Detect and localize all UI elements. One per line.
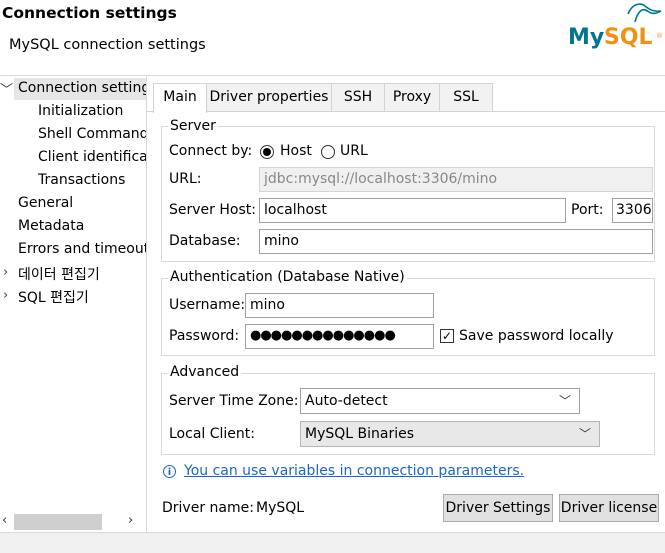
nav-item-client-identification[interactable]: Client identification [38, 149, 146, 165]
nav-item-initialization[interactable]: Initialization [38, 103, 123, 119]
auth-group-label: Authentication (Database Native) [168, 269, 407, 285]
scroll-right-arrow-icon[interactable]: › [128, 513, 133, 528]
variables-help-link[interactable]: You can use variables in connection para… [184, 463, 524, 479]
nav-item-sql-editor[interactable]: SQL 편집기 [18, 287, 89, 307]
tab-driver-properties[interactable]: Driver properties [206, 83, 332, 111]
server-host-field[interactable]: localhost [259, 198, 566, 223]
chevron-down-icon: ﹀ [578, 427, 591, 441]
url-radio-label[interactable]: URL [340, 143, 368, 159]
timezone-select[interactable]: Auto-detect ﹀ [300, 388, 580, 414]
local-client-label: Local Client: [169, 426, 255, 442]
username-field[interactable]: mino [245, 293, 434, 318]
port-label: Port: [571, 202, 604, 218]
chevron-down-icon[interactable]: ﹀ [0, 79, 13, 98]
tab-ssl[interactable]: SSL [439, 83, 493, 111]
timezone-label: Server Time Zone: [169, 393, 299, 409]
url-field[interactable]: jdbc:mysql://localhost:3306/mino [259, 167, 653, 192]
tab-proxy[interactable]: Proxy [384, 83, 440, 111]
host-radio[interactable] [260, 145, 274, 159]
nav-item-errors-and-timeouts[interactable]: Errors and timeouts [18, 241, 146, 257]
nav-item-transactions[interactable]: Transactions [38, 172, 125, 188]
tab-bar: Main Driver properties SSH Proxy SSL [147, 83, 665, 113]
nav-item-data-editor[interactable]: 데이터 편집기 [18, 264, 100, 284]
connect-by-label: Connect by: [169, 143, 253, 159]
info-icon: i [163, 465, 176, 478]
svg-text:SQL: SQL [604, 25, 653, 50]
dialog-bottom-bar [0, 532, 665, 553]
server-host-label: Server Host: [169, 202, 256, 218]
nav-scrollbar-thumb[interactable] [14, 514, 102, 530]
page-subtitle: MySQL connection settings [9, 37, 206, 53]
mysql-logo: My SQL ® [566, 0, 665, 50]
password-label: Password: [169, 328, 240, 344]
host-radio-label[interactable]: Host [280, 143, 312, 159]
page-title: Connection settings [2, 4, 177, 22]
password-field[interactable]: ●●●●●●●●●●●●●● [245, 324, 434, 349]
driver-name-value: MySQL [256, 500, 305, 516]
server-group-label: Server [168, 118, 218, 134]
driver-name-label: Driver name: [162, 500, 254, 516]
url-radio[interactable] [321, 145, 335, 159]
driver-settings-button[interactable]: Driver Settings [443, 494, 553, 522]
chevron-right-icon[interactable]: › [3, 265, 8, 280]
nav-item-shell-commands[interactable]: Shell Commands [38, 126, 146, 142]
svg-text:®: ® [656, 32, 663, 40]
nav-item-metadata[interactable]: Metadata [18, 218, 84, 234]
database-label: Database: [169, 233, 241, 249]
tab-ssh[interactable]: SSH [331, 83, 385, 111]
settings-nav-tree: ﹀ Connection settings Initialization She… [0, 76, 147, 532]
save-password-checkbox[interactable]: ✓ [440, 329, 454, 343]
database-field[interactable]: mino [259, 229, 653, 254]
chevron-down-icon: ﹀ [558, 394, 571, 408]
nav-item-connection-settings[interactable]: Connection settings [18, 80, 146, 96]
driver-license-button[interactable]: Driver license [559, 494, 659, 522]
save-password-label[interactable]: Save password locally [459, 328, 614, 344]
chevron-right-icon[interactable]: › [3, 288, 8, 303]
timezone-value: Auto-detect [305, 393, 388, 409]
local-client-value: MySQL Binaries [305, 426, 415, 442]
url-label: URL: [169, 171, 202, 187]
port-field[interactable]: 3306 [612, 198, 653, 223]
local-client-select[interactable]: MySQL Binaries ﹀ [300, 421, 600, 447]
nav-item-general[interactable]: General [18, 195, 73, 211]
advanced-group-label: Advanced [168, 364, 242, 380]
username-label: Username: [169, 297, 246, 313]
tab-underline [147, 111, 665, 112]
scroll-left-arrow-icon[interactable]: ‹ [2, 513, 7, 528]
svg-text:My: My [568, 25, 604, 50]
tab-main[interactable]: Main [153, 83, 207, 113]
